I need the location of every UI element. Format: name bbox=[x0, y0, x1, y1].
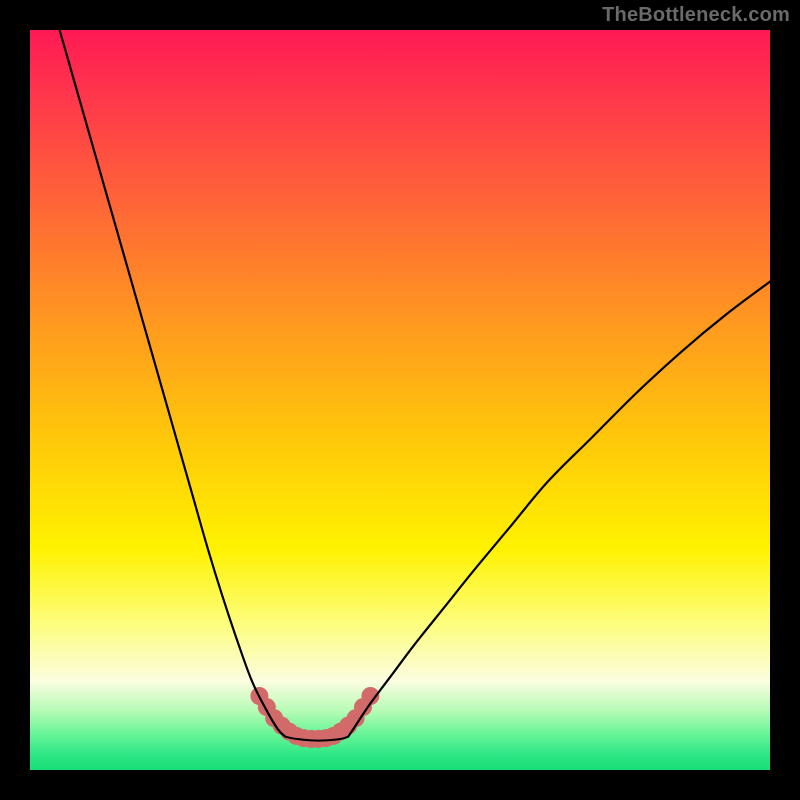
outer-frame: TheBottleneck.com bbox=[0, 0, 800, 800]
series-left-curve bbox=[60, 30, 286, 737]
curve-layer bbox=[0, 0, 800, 800]
series-right-curve bbox=[348, 282, 770, 737]
